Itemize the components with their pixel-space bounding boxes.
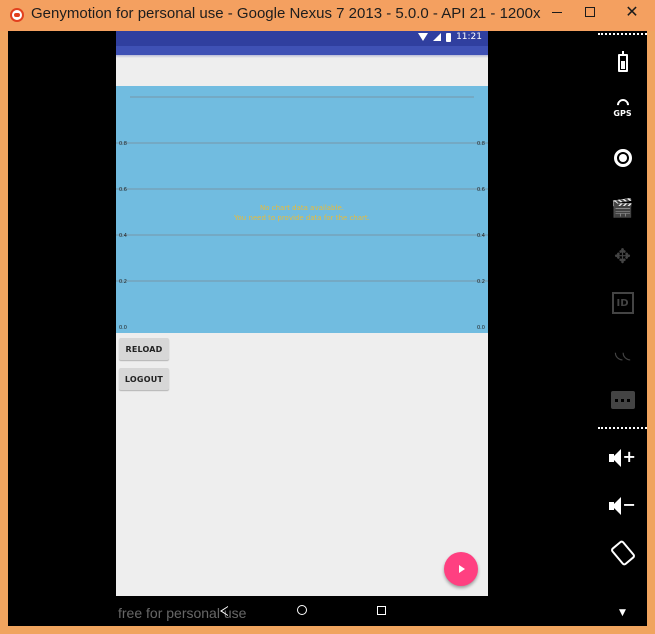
reload-button[interactable]: RELOAD xyxy=(119,338,169,360)
dpad-widget-button[interactable]: ✥ xyxy=(598,241,647,271)
emulator-window: Genymotion for personal use - Google Nex… xyxy=(0,0,655,634)
genymotion-sidebar: GPS 🎬 ✥ ID ◟◟ + − ▼ xyxy=(598,31,647,626)
volume-up-button[interactable]: + xyxy=(598,443,647,473)
sidebar-divider xyxy=(598,427,647,429)
chart-empty-line1: No chart data available. xyxy=(260,204,344,212)
sidebar-more-button[interactable]: ▼ xyxy=(598,604,647,622)
maximize-icon xyxy=(585,7,595,17)
close-button[interactable]: ✕ xyxy=(609,0,655,24)
battery-icon xyxy=(617,51,628,72)
battery-widget-button[interactable] xyxy=(598,48,647,78)
chevron-down-icon: ▼ xyxy=(619,608,626,618)
chart[interactable]: 0.8 0.8 0.6 0.6 0.4 0.4 0.2 0.2 0.0 0.0 No chart … xyxy=(116,86,488,333)
volume-down-icon: − xyxy=(608,495,637,515)
volume-up-icon: + xyxy=(608,447,637,467)
battery-status-icon xyxy=(446,32,452,42)
y-tick-label-left: 0.2 xyxy=(119,279,127,285)
wifi-icon xyxy=(418,33,429,41)
window-title: Genymotion for personal use - Google Nex… xyxy=(31,5,541,22)
sms-icon xyxy=(610,391,635,409)
genymotion-logo-icon xyxy=(10,8,24,22)
recents-nav-icon[interactable] xyxy=(377,606,386,615)
capture-widget-button[interactable]: 🎬 xyxy=(598,193,647,223)
y-tick-label-left: 0.6 xyxy=(119,187,127,193)
emulator-body: 11:21 0.8 0.8 0.6 0.6 0.4 0.4 0.2 0.2 0.0 0.0 No … xyxy=(8,31,647,626)
y-tick-label-right: 0.4 xyxy=(477,233,485,239)
app-toolbar xyxy=(116,46,488,55)
rotate-button[interactable] xyxy=(598,538,647,568)
toolbar-shadow xyxy=(116,55,488,58)
rotate-icon xyxy=(609,539,636,567)
y-tick-label-right: 0.6 xyxy=(477,187,485,193)
chart-empty-message: No chart data available. You need to pro… xyxy=(116,203,488,223)
watermark: free for personal use xyxy=(118,605,247,621)
home-nav-icon[interactable] xyxy=(297,605,307,615)
clapperboard-icon: 🎬 xyxy=(611,197,634,219)
volume-down-button[interactable]: − xyxy=(598,491,647,521)
y-tick-label-left: 0.4 xyxy=(119,233,127,239)
id-widget-button[interactable]: ID xyxy=(598,288,647,318)
y-tick-label-left: 0.0 xyxy=(119,325,127,331)
rss-icon: ◟◟ xyxy=(614,339,631,363)
status-clock: 11:21 xyxy=(456,32,482,42)
y-tick-label-right: 0.0 xyxy=(477,325,485,331)
maximize-button[interactable] xyxy=(570,0,610,24)
id-icon: ID xyxy=(611,292,634,314)
sms-widget-button[interactable] xyxy=(598,385,647,415)
status-bar: 11:21 xyxy=(116,31,488,46)
y-tick-label-right: 0.2 xyxy=(477,279,485,285)
logout-button[interactable]: LOGOUT xyxy=(119,368,169,390)
dpad-icon: ✥ xyxy=(614,244,631,268)
play-icon xyxy=(459,565,465,573)
play-fab-button[interactable] xyxy=(444,552,478,586)
y-tick-label-right: 0.8 xyxy=(477,141,485,147)
camera-icon xyxy=(613,149,632,167)
network-widget-button[interactable]: ◟◟ xyxy=(598,336,647,366)
camera-widget-button[interactable] xyxy=(598,143,647,173)
minimize-icon xyxy=(552,11,562,13)
chart-empty-line2: You need to provide data for the chart. xyxy=(234,214,370,222)
gps-widget-button[interactable]: GPS xyxy=(598,94,647,124)
gps-icon: GPS xyxy=(611,96,635,121)
android-screen: 11:21 0.8 0.8 0.6 0.6 0.4 0.4 0.2 0.2 0.0 0.0 No … xyxy=(116,31,488,596)
title-bar[interactable]: Genymotion for personal use - Google Nex… xyxy=(0,0,655,31)
close-icon: ✕ xyxy=(625,2,639,21)
y-tick-label-left: 0.8 xyxy=(119,141,127,147)
signal-icon xyxy=(433,33,442,41)
sidebar-divider xyxy=(598,33,647,35)
